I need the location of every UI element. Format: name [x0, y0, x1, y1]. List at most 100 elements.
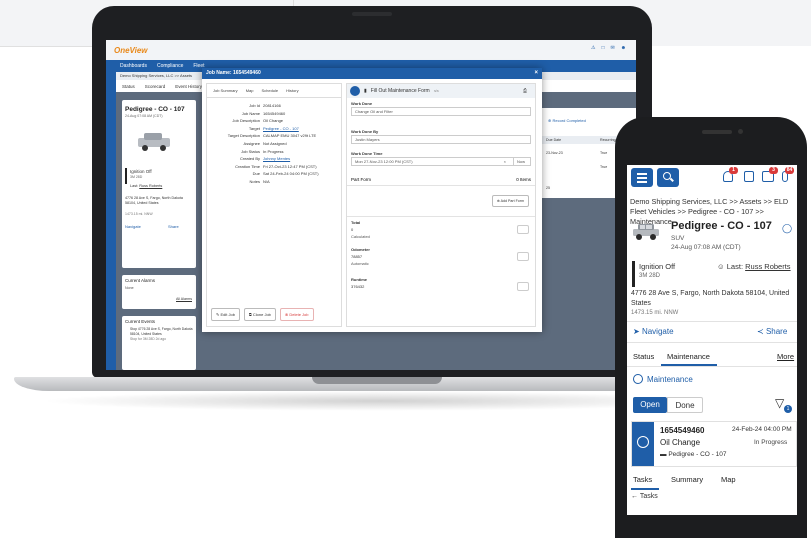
search-icon[interactable] — [657, 168, 679, 187]
left-rail — [106, 72, 116, 370]
target-link[interactable]: Pedigree - CO - 107 — [263, 125, 299, 133]
back-link[interactable]: ← Tasks — [631, 493, 658, 500]
navigate-icon: ➤ — [633, 327, 640, 336]
filter-icon[interactable]: ▽ — [775, 396, 784, 410]
nav-compliance[interactable]: Compliance — [157, 63, 183, 69]
user-icon[interactable]: ☻ — [621, 45, 626, 51]
tab-event-history[interactable]: Event History — [175, 84, 202, 89]
navigate-link[interactable]: ➤ Navigate — [633, 327, 674, 336]
more-link[interactable]: More — [777, 352, 794, 361]
field-row: Due Sat 24-Feb-24 04:00 PM (CST) — [207, 170, 341, 178]
all-alarms-link[interactable]: All Alarms — [176, 297, 192, 301]
runtime-value: 376432 — [351, 284, 365, 289]
done-filter-button[interactable]: Done — [667, 397, 703, 413]
odometer-field: Odometer 78857 Automatic — [347, 246, 535, 272]
active-tab-indicator — [631, 488, 659, 490]
laptop-screen: OneView ⚠ □ ✉ ☻ Dashboards Compliance Fl… — [106, 40, 636, 370]
cell-recurring: True — [600, 151, 608, 155]
edit-total-button[interactable] — [517, 225, 529, 234]
phone-speaker — [702, 130, 732, 134]
tab-status[interactable]: Status — [122, 84, 135, 89]
notification-icon[interactable]: ⚠ — [591, 45, 595, 51]
vehicle-date: 24-Aug 07:08 AM (CDT) — [125, 114, 163, 118]
field-value: CALMAP EMU 3047 v29t LTE — [263, 133, 317, 139]
record-completed-button[interactable]: ⊕ Record Completed — [548, 118, 586, 123]
work-done-by-label: Work Done By — [351, 129, 379, 134]
back-arrow-icon: ← — [631, 493, 638, 500]
open-filter-button[interactable]: Open — [633, 397, 667, 413]
field-label: Creation Time — [235, 163, 260, 169]
work-done-field: Work Done Change Oil and Filter — [347, 98, 535, 116]
tag-icon[interactable]: ◯ — [782, 223, 792, 234]
field-value: 20814166 — [263, 103, 281, 108]
tab-history[interactable]: History — [286, 88, 298, 93]
clock-icon — [350, 86, 360, 96]
tab-status[interactable]: Status — [633, 352, 654, 361]
last-driver: Last: Russ Roberts — [130, 184, 162, 188]
add-part-label: Add Part Form — [500, 199, 524, 203]
clone-job-label: Clone Job — [252, 312, 271, 317]
tab-map[interactable]: Map — [721, 475, 736, 484]
field-label: Target Description — [227, 133, 260, 139]
oneview-logo[interactable]: OneView — [114, 46, 148, 55]
field-label: Job Name — [241, 110, 260, 116]
vehicle-distance: 1473.15 mi. NNW — [125, 212, 153, 216]
field-value: Fri 27-Oct-23 12:47 PM (CST) — [263, 163, 317, 169]
edit-odometer-button[interactable] — [517, 252, 529, 261]
job-due-date: 24-Feb-24 04:00 PM — [732, 426, 792, 433]
chat-icon[interactable]: □ — [602, 45, 605, 51]
page-size-select[interactable]: 25 — [546, 186, 550, 190]
field-row: Assignee Not Assigned — [207, 140, 341, 148]
work-done-input[interactable]: Change Oil and Filter — [351, 107, 531, 116]
field-row: Notes N/A — [207, 178, 341, 186]
tab-maintenance[interactable]: Maintenance — [667, 352, 710, 361]
navigate-link[interactable]: Navigate — [125, 224, 141, 229]
job-status: In Progress — [754, 439, 788, 446]
tab-tasks[interactable]: Tasks — [633, 475, 652, 484]
edit-runtime-button[interactable] — [517, 282, 529, 291]
last-driver-link[interactable]: Russ Roberts — [139, 184, 162, 188]
work-done-time-input[interactable]: Mon 27-Nov-23 12:00 PM (CST) × Now — [351, 157, 531, 166]
person-icon: ☺ — [717, 262, 725, 271]
nav-dashboards[interactable]: Dashboards — [120, 63, 147, 69]
alarms-value: None — [125, 286, 134, 290]
now-button[interactable]: Now — [512, 158, 528, 166]
tab-map[interactable]: Map — [246, 88, 254, 93]
chat-icon[interactable] — [744, 171, 754, 182]
tab-job-summary[interactable]: Job Summary — [213, 88, 238, 93]
record-completed-label: Record Completed — [552, 118, 586, 123]
work-done-time-field: Work Done Time Mon 27-Nov-23 12:00 PM (C… — [347, 148, 535, 166]
vehicle-thumbnail — [633, 224, 659, 240]
document-icon: ▮ — [364, 88, 367, 94]
menu-icon[interactable] — [631, 168, 653, 187]
tab-scorecard[interactable]: Scorecard — [145, 84, 166, 89]
edit-job-button[interactable]: ✎ Edit Job — [211, 308, 240, 321]
assignee-value[interactable]: Not Assigned — [263, 140, 287, 148]
created-by-link[interactable]: Johnny Mentes — [263, 155, 290, 163]
last-driver-link[interactable]: Russ Roberts — [745, 262, 790, 271]
tab-summary[interactable]: Summary — [671, 475, 703, 484]
vehicle-title: Pedigree - CO - 107 — [671, 220, 772, 232]
job-summary-panel: Job Summary Map Schedule History Job Id 2… — [206, 83, 342, 327]
tab-schedule[interactable]: Schedule — [261, 88, 278, 93]
mail-icon[interactable]: ✉ — [611, 45, 615, 51]
job-card[interactable]: 1654549460 24-Feb-24 04:00 PM Oil Change… — [631, 421, 797, 467]
clear-icon[interactable]: × — [504, 158, 506, 166]
share-link[interactable]: ≺ Share — [757, 327, 787, 336]
delete-job-button[interactable]: ⊗ Delete Job — [279, 308, 314, 321]
close-icon[interactable]: × — [534, 68, 538, 79]
share-link[interactable]: Share — [168, 224, 179, 229]
filter-count-badge: 1 — [784, 405, 792, 413]
work-done-label: Work Done — [351, 101, 373, 106]
status-badge: In Progress — [263, 148, 284, 154]
field-row: Creation Time Fri 27-Oct-23 12:47 PM (CST… — [207, 163, 341, 171]
share-icon: ≺ — [757, 327, 764, 336]
vehicle-address: 4776 28 Ave S, Fargo, North Dakota 58104… — [125, 196, 183, 205]
clone-job-button[interactable]: ⧉ Clone Job — [243, 308, 276, 321]
share-label: Share — [765, 327, 788, 336]
print-icon[interactable]: ⎙ — [523, 88, 527, 94]
add-part-form-button[interactable]: ⊕ Add Part Form — [491, 195, 529, 207]
work-done-by-input[interactable]: Justin Mayers — [351, 135, 531, 144]
field-label: Target — [248, 125, 260, 131]
add-maintenance-icon[interactable] — [633, 374, 643, 384]
